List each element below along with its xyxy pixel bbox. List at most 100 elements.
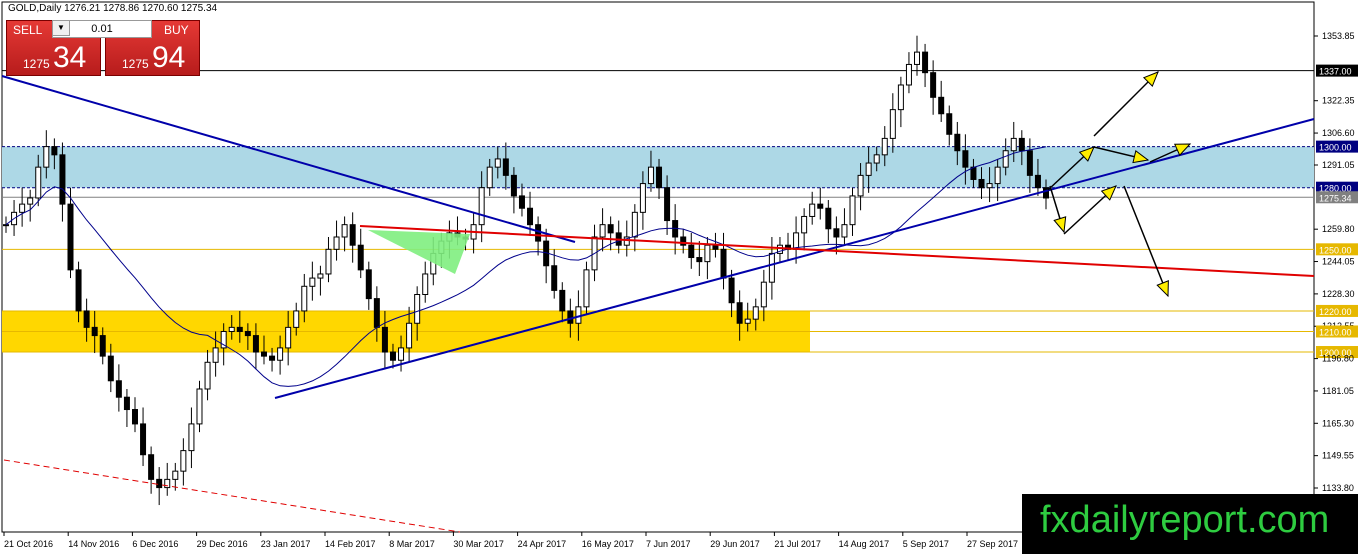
candle-body xyxy=(252,335,259,353)
candle-body xyxy=(535,224,542,242)
date-label-2: 6 Dec 2016 xyxy=(132,539,178,549)
candle-body xyxy=(873,154,880,164)
candle-body xyxy=(51,146,58,156)
date-label-7: 30 Mar 2017 xyxy=(453,539,504,549)
candle-body xyxy=(349,224,356,246)
date-label-10: 7 Jun 2017 xyxy=(646,539,691,549)
candle-body xyxy=(398,347,405,361)
candle-body xyxy=(422,273,429,296)
candle-body xyxy=(67,203,74,271)
candle-body xyxy=(656,166,663,189)
candle-body xyxy=(389,351,396,361)
candle-body xyxy=(551,265,558,291)
plot-area xyxy=(1,1,1315,533)
candle-body xyxy=(954,133,961,152)
date-label-1: 14 Nov 2016 xyxy=(68,539,119,549)
candle-body xyxy=(970,166,977,180)
candle-body xyxy=(881,137,888,156)
candle-body xyxy=(930,72,937,98)
candle-body xyxy=(631,211,638,238)
candle-body xyxy=(317,273,324,279)
candle-body xyxy=(865,162,872,176)
candle-body xyxy=(196,388,203,425)
candle-body xyxy=(309,277,316,287)
candle-body xyxy=(357,244,364,271)
price-chart[interactable]: 1353.85 1337.00 1322.35 1306.60 1300.00 1291.… xyxy=(0,0,1358,554)
price-label-19: 1149.55 xyxy=(1322,451,1354,461)
candle-body xyxy=(269,355,276,361)
candle-body xyxy=(1002,150,1009,168)
candle-body xyxy=(123,396,130,411)
candle-body xyxy=(914,51,921,65)
candle-body xyxy=(59,154,66,205)
chart-window: 1353.85 1337.00 1322.35 1306.60 1300.00 1291.… xyxy=(0,0,1358,554)
candle-body xyxy=(809,203,816,217)
candle-body xyxy=(704,244,711,263)
price-label-18: 1165.30 xyxy=(1322,418,1354,428)
candle-body xyxy=(559,289,566,312)
buy-price-big: 94 xyxy=(152,41,186,74)
chart-header: GOLD,Daily 1276.21 1278.86 1270.60 1275.… xyxy=(8,3,217,14)
candle-body xyxy=(696,257,703,263)
candle-body xyxy=(27,197,34,205)
candle-body xyxy=(180,450,187,472)
date-label-4: 23 Jan 2017 xyxy=(261,539,311,549)
date-label-6: 8 Mar 2017 xyxy=(389,539,435,549)
candle-body xyxy=(260,351,267,357)
price-label-11: 1228.30 xyxy=(1322,289,1355,299)
candle-body xyxy=(833,228,840,238)
candle-body xyxy=(293,310,300,328)
candle-body xyxy=(188,423,195,452)
candle-body xyxy=(978,178,985,189)
price-tag-4: 1300.00 xyxy=(1319,143,1352,153)
candle-body xyxy=(333,236,340,250)
date-label-0: 21 Oct 2016 xyxy=(4,539,53,549)
candle-body xyxy=(19,203,26,213)
candle-body xyxy=(728,277,735,304)
candle-body xyxy=(962,150,969,168)
price-tag-9: 1250.00 xyxy=(1319,245,1352,255)
price-label-10: 1244.05 xyxy=(1322,257,1355,267)
price-label-8: 1259.80 xyxy=(1322,224,1355,234)
candle-body xyxy=(922,51,929,74)
candle-body xyxy=(494,158,501,168)
candle-body xyxy=(527,207,534,226)
candle-body xyxy=(244,330,251,337)
candle-body xyxy=(607,224,614,234)
candle-body xyxy=(768,252,775,283)
candle-body xyxy=(825,207,832,230)
candle-body xyxy=(664,187,671,222)
candle-body xyxy=(760,281,767,308)
candle-body xyxy=(938,96,945,115)
candle-body xyxy=(1034,174,1041,189)
candle-body xyxy=(712,244,719,250)
candle-body xyxy=(131,409,138,425)
candle-body xyxy=(414,294,421,324)
price-label-20: 1133.80 xyxy=(1322,483,1354,493)
candle-body xyxy=(164,478,171,489)
candle-body xyxy=(567,310,574,324)
price-label-2: 1322.35 xyxy=(1322,96,1355,106)
candle-body xyxy=(752,306,759,320)
sell-price-small: 1275 xyxy=(23,57,50,71)
candle-body xyxy=(841,224,848,238)
lot-down-icon[interactable]: ▼ xyxy=(52,20,70,36)
candle-body xyxy=(583,269,590,308)
candle-body xyxy=(115,380,122,398)
candle-body xyxy=(744,318,751,324)
candle-body xyxy=(212,347,219,363)
candle-body xyxy=(406,322,413,349)
candle-body xyxy=(599,224,606,238)
watermark-text: fxdailyreport.com xyxy=(1040,499,1330,541)
date-label-12: 21 Jul 2017 xyxy=(774,539,821,549)
candle-body xyxy=(736,302,743,324)
candle-body xyxy=(639,183,646,213)
price-tag-14: 1210.00 xyxy=(1319,327,1352,337)
date-label-5: 14 Feb 2017 xyxy=(325,539,376,549)
price-tag-1: 1337.00 xyxy=(1319,67,1352,77)
candle-body xyxy=(35,166,42,199)
candle-body xyxy=(148,454,155,480)
date-label-14: 5 Sep 2017 xyxy=(903,539,949,549)
candle-body xyxy=(75,269,82,312)
candle-body xyxy=(3,224,9,227)
